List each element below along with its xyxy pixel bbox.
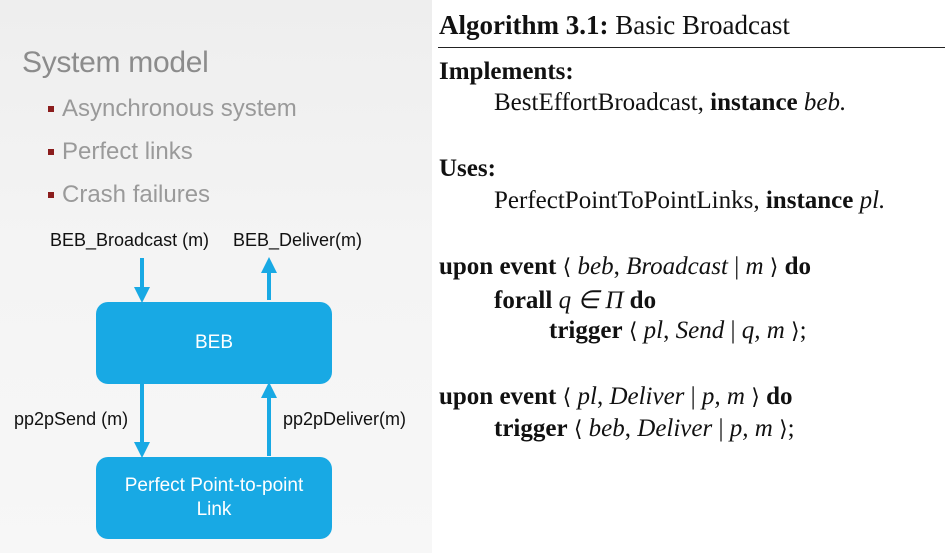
uses-line: PerfectPointToPointLinks, instance pl. (494, 187, 886, 214)
uses-heading: Uses: (439, 155, 496, 182)
algorithm-panel: Algorithm 3.1: Basic Broadcast Implement… (432, 0, 945, 553)
algorithm-title: Algorithm 3.1: Basic Broadcast (439, 10, 790, 41)
system-model-panel: System model Asynchronous system Perfect… (0, 0, 432, 553)
forall-line: forall q ∈ Π do (494, 287, 657, 314)
upon-event-broadcast: upon event ⟨ beb, Broadcast | m ⟩ do (439, 253, 812, 280)
upon-event-deliver: upon event ⟨ pl, Deliver | p, m ⟩ do (439, 383, 793, 410)
title-rule (438, 47, 945, 48)
link-box-label-line1: Perfect Point-to-point (124, 475, 304, 496)
beb-box: BEB (96, 302, 332, 384)
implements-line: BestEffortBroadcast, instance beb. (494, 89, 847, 116)
perfect-link-box: Perfect Point-to-point Link (96, 457, 332, 539)
algorithm-number: Algorithm 3.1: (439, 10, 609, 40)
link-box-label-line2: Link (196, 499, 232, 520)
trigger-send-line: trigger ⟨ pl, Send | q, m ⟩; (549, 317, 807, 344)
trigger-deliver-line: trigger ⟨ beb, Deliver | p, m ⟩; (494, 415, 795, 442)
implements-heading: Implements: (439, 58, 574, 85)
algorithm-name: Basic Broadcast (608, 10, 790, 40)
beb-box-label: BEB (194, 332, 234, 353)
